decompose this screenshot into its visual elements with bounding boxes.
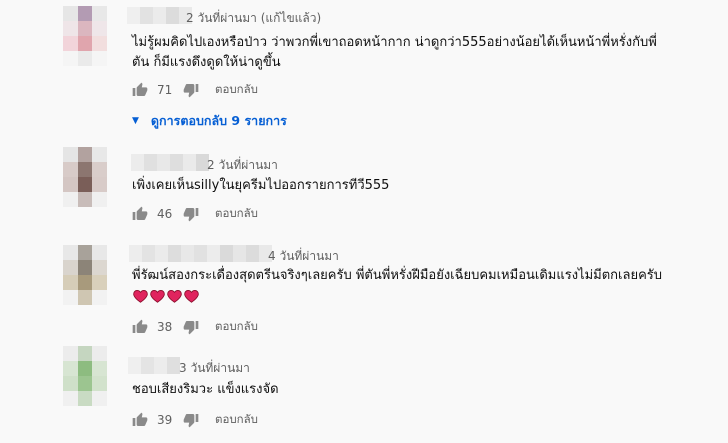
reply-button[interactable]: ตอบกลับ (215, 318, 258, 336)
thumbs-up-icon[interactable] (132, 82, 148, 98)
comment-actions: 39 ตอบกลับ (132, 410, 258, 430)
view-replies-button[interactable]: ▼ ดูการตอบกลับ 9 รายการ (132, 111, 287, 131)
like-count: 39 (157, 413, 173, 427)
comment-timestamp[interactable]: 2 วันที่ผ่านมา (207, 156, 278, 175)
reply-button[interactable]: ตอบกลับ (215, 411, 258, 429)
red-heart-icon (150, 289, 165, 303)
reply-button[interactable]: ตอบกลับ (215, 81, 258, 99)
comment-actions: 71 ตอบกลับ (132, 80, 258, 100)
thumbs-up-icon[interactable] (132, 319, 148, 335)
comment-text: ไม่รู้ผมคิดไปเองหรือป่าว ว่าพวกพี่เขาถอด… (132, 33, 702, 73)
comment-timestamp[interactable]: 2 วันที่ผ่านมา (แก้ไขแล้ว) (186, 9, 321, 28)
comment-text-line: ไม่รู้ผมคิดไปเองหรือป่าว ว่าพวกพี่เขาถอด… (132, 35, 657, 50)
thumbs-up-icon[interactable] (132, 206, 148, 222)
comment-timestamp[interactable]: 3 วันที่ผ่านมา (179, 359, 250, 378)
like-count: 38 (157, 320, 173, 334)
comment-text: พี่รัฒน์สองกระเดื่องสุดตรีนจริงๆเลยครับ … (132, 266, 702, 286)
comment-actions: 46 ตอบกลับ (132, 204, 258, 224)
avatar[interactable] (63, 245, 107, 305)
comment-text: ชอบเสียงริมวะ แข็งแรงจัด (132, 380, 702, 400)
comment-text: เพิ่งเคยเห็นsillyในยุครีมไปออกรายการทีวี… (132, 176, 702, 196)
like-count: 71 (157, 83, 173, 97)
comment-text-line: ตัน ก็มีแรงดึงดูดให้น่าดูขึ้น (132, 55, 281, 70)
avatar[interactable] (63, 147, 107, 207)
avatar[interactable] (63, 6, 107, 66)
like-count: 46 (157, 207, 173, 221)
emoji-hearts (133, 289, 199, 303)
comment-text-line: เพิ่งเคยเห็นsillyในยุครีมไปออกรายการทีวี… (132, 178, 390, 193)
thumbs-up-icon[interactable] (132, 412, 148, 428)
thumbs-down-icon[interactable] (183, 82, 199, 98)
blurred-username[interactable] (131, 154, 209, 171)
thumbs-down-icon[interactable] (183, 412, 199, 428)
view-replies-label: ดูการตอบกลับ 9 รายการ (150, 113, 287, 128)
thumbs-down-icon[interactable] (183, 206, 199, 222)
blurred-username[interactable] (129, 245, 272, 262)
blurred-username[interactable] (127, 7, 192, 24)
avatar[interactable] (63, 346, 107, 406)
red-heart-icon (184, 289, 199, 303)
reply-button[interactable]: ตอบกลับ (215, 205, 258, 223)
comment-text-line: ชอบเสียงริมวะ แข็งแรงจัด (132, 382, 279, 397)
blurred-username[interactable] (128, 357, 180, 374)
thumbs-down-icon[interactable] (183, 319, 199, 335)
red-heart-icon (167, 289, 182, 303)
caret-down-icon: ▼ (132, 116, 139, 126)
comment-timestamp[interactable]: 4 วันที่ผ่านมา (268, 247, 339, 266)
red-heart-icon (133, 289, 148, 303)
comment-text-line: พี่รัฒน์สองกระเดื่องสุดตรีนจริงๆเลยครับ … (132, 268, 663, 283)
comment-actions: 38 ตอบกลับ (132, 317, 258, 337)
